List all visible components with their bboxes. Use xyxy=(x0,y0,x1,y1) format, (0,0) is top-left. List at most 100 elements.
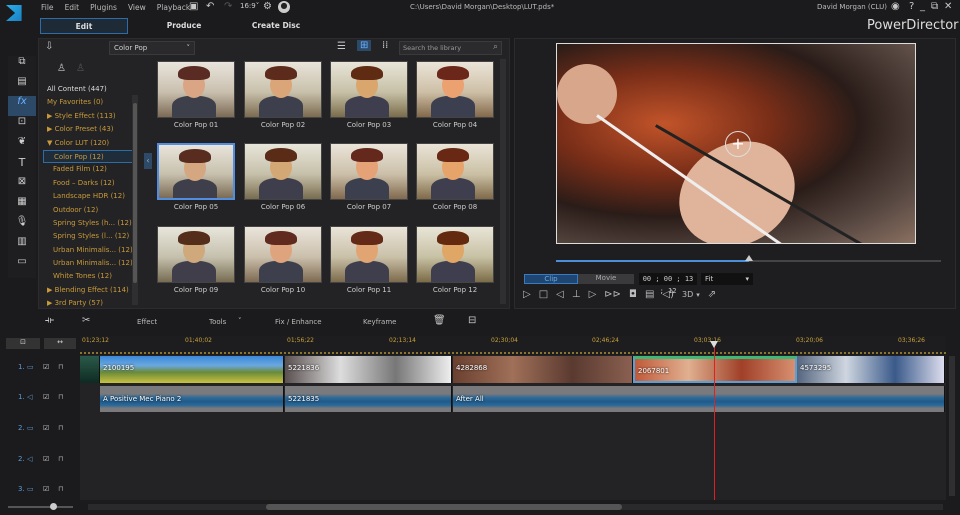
subtitle-icon[interactable]: ▤ xyxy=(645,289,654,300)
fast-forward-icon[interactable]: ⊳⊳ xyxy=(604,289,621,300)
tree-item[interactable]: Food – Darks (12) xyxy=(43,177,133,190)
menu-plugins[interactable]: Plugins xyxy=(90,3,117,12)
effect-thumbnail[interactable] xyxy=(157,61,235,118)
tree-item[interactable]: Outdoor (12) xyxy=(43,204,133,217)
previous-frame-icon[interactable]: ◁ xyxy=(556,289,564,300)
audio-clip[interactable]: After All xyxy=(453,386,945,412)
audio-clip[interactable]: A Positive Mec Piano 2 xyxy=(100,386,284,412)
subtitle-room-icon[interactable]: ▭ xyxy=(8,256,36,276)
effect-thumbnail[interactable] xyxy=(330,143,408,200)
menu-playback[interactable]: Playback xyxy=(157,3,190,12)
tree-item[interactable]: Urban Minimalis... (12) xyxy=(43,257,133,270)
tree-item[interactable]: ▶ Blending Effect (114) xyxy=(43,284,133,297)
media-room-icon[interactable]: ⧉ xyxy=(8,56,36,76)
more-icon[interactable]: ⊟ xyxy=(468,315,476,326)
chapter-room-icon[interactable]: ▥ xyxy=(8,236,36,256)
tree-scrollbar[interactable] xyxy=(132,95,138,305)
tools-button[interactable]: Tools xyxy=(209,318,226,326)
save-icon[interactable]: ▣ xyxy=(189,1,198,12)
tab-edit[interactable]: Edit xyxy=(40,18,128,34)
tree-item[interactable]: ▶ 3rd Party (57) xyxy=(43,297,133,310)
effect-thumbnail[interactable] xyxy=(330,226,408,283)
video-clip[interactable]: 2100195 xyxy=(100,356,284,383)
track-enable-checkbox[interactable]: ☑ xyxy=(43,424,49,432)
search-input[interactable]: Search the library ⌕ xyxy=(399,41,502,55)
effect-thumbnail[interactable] xyxy=(244,143,322,200)
menu-file[interactable]: File xyxy=(41,3,54,12)
timeline-horizontal-scrollbar[interactable] xyxy=(88,504,943,510)
tree-item[interactable]: My Favorites (0) xyxy=(43,96,133,109)
audio-mixing-icon[interactable]: ▦ xyxy=(8,196,36,216)
add-favorite-icon[interactable]: ♙ xyxy=(57,63,66,74)
user-name[interactable]: David Morgan (CLU) xyxy=(817,3,887,11)
track-enable-checkbox[interactable]: ☑ xyxy=(43,485,49,493)
effect-thumbnail[interactable] xyxy=(244,226,322,283)
tree-item[interactable]: Spring Styles (l... (12) xyxy=(43,230,133,243)
remove-favorite-icon[interactable]: ♙ xyxy=(76,63,85,74)
undo-icon[interactable]: ↶ xyxy=(206,1,214,12)
fix-enhance-button[interactable]: Fix / Enhance xyxy=(275,318,322,326)
volume-icon[interactable]: ◁) xyxy=(662,289,674,300)
redo-icon[interactable]: ↷ xyxy=(224,1,232,12)
tree-item[interactable]: Urban Minimalis... (12) xyxy=(43,244,133,257)
3d-dropdown-icon[interactable]: ▾ xyxy=(696,291,700,299)
playhead[interactable] xyxy=(714,343,715,500)
timeline-vertical-scrollbar[interactable] xyxy=(949,356,955,496)
next-frame-icon[interactable]: ▷ xyxy=(589,289,597,300)
minimize-icon[interactable]: _ xyxy=(920,1,925,12)
video-clip[interactable]: 5221836 xyxy=(285,356,452,383)
split-scissors-icon[interactable]: ✂ xyxy=(82,315,90,326)
video-clip[interactable]: 4282868 xyxy=(453,356,633,383)
preview-video[interactable]: + xyxy=(556,43,916,244)
collapse-tree-button[interactable]: ‹ xyxy=(144,153,152,169)
tab-produce[interactable]: Produce xyxy=(140,18,228,34)
tree-item[interactable]: Faded Film (12) xyxy=(43,163,133,176)
track-enable-checkbox[interactable]: ☑ xyxy=(43,363,49,371)
transition-room-icon[interactable]: ⊠ xyxy=(8,176,36,196)
snap-icon[interactable]: ⟛ xyxy=(45,315,54,326)
split-icon[interactable]: ⊥ xyxy=(572,289,581,300)
effect-thumbnail[interactable] xyxy=(330,61,408,118)
aspect-ratio-icon[interactable]: 16:9˅ xyxy=(240,2,259,10)
lock-icon[interactable]: ⊓ xyxy=(58,363,63,371)
list-view-icon[interactable]: ☰ xyxy=(337,41,346,52)
fit-timeline-button[interactable]: ↔ xyxy=(44,338,76,349)
effect-thumbnail[interactable] xyxy=(416,143,494,200)
stop-icon[interactable]: □ xyxy=(539,289,548,300)
3d-toggle[interactable]: 3D xyxy=(682,290,693,299)
timecode-display[interactable]: 00 ; 00 ; 13 ; 12 xyxy=(639,273,697,295)
video-clip[interactable]: 4573295 xyxy=(797,356,945,383)
effect-button[interactable]: Effect xyxy=(137,318,157,326)
effect-thumbnail[interactable] xyxy=(416,61,494,118)
lock-icon[interactable]: ⊓ xyxy=(58,455,63,463)
pip-room-icon[interactable]: ⊡ xyxy=(8,116,36,136)
clip-mode-button[interactable]: Clip xyxy=(524,274,578,284)
effect-thumbnail[interactable] xyxy=(157,143,235,200)
tree-item[interactable]: ▶ Color Preset (43) xyxy=(43,123,133,136)
track-enable-checkbox[interactable]: ☑ xyxy=(43,393,49,401)
tools-chevron-icon[interactable]: ˅ xyxy=(238,317,242,325)
track-enable-checkbox[interactable]: ☑ xyxy=(43,455,49,463)
undock-icon[interactable]: ⇗ xyxy=(708,289,716,300)
grid-view-icon[interactable]: ⊞ xyxy=(357,40,372,51)
timeline-zoom-slider[interactable] xyxy=(8,503,73,510)
grid-scrollbar[interactable] xyxy=(500,59,506,304)
lock-icon[interactable]: ⊓ xyxy=(58,424,63,432)
play-icon[interactable]: ▷ xyxy=(523,289,531,300)
tree-item[interactable]: Color Pop (12) xyxy=(43,149,133,164)
category-dropdown[interactable]: Color Pop ˅ xyxy=(109,41,195,55)
help-icon[interactable]: ? xyxy=(909,1,914,12)
tree-item[interactable]: ▶ Style Effect (113) xyxy=(43,110,133,123)
crosshair-icon[interactable]: + xyxy=(725,131,751,157)
playhead-handle[interactable] xyxy=(710,341,718,348)
close-icon[interactable]: ✕ xyxy=(944,1,952,12)
snapshot-icon[interactable]: ◘ xyxy=(629,289,637,300)
slider-knob[interactable] xyxy=(744,255,753,261)
account-icon[interactable]: ◉ xyxy=(891,1,900,12)
lock-icon[interactable]: ⊓ xyxy=(58,393,63,401)
effect-thumbnail[interactable] xyxy=(244,61,322,118)
lock-icon[interactable]: ⊓ xyxy=(58,485,63,493)
tree-item[interactable]: ▼ Color LUT (120) xyxy=(43,137,133,150)
effect-thumbnail[interactable] xyxy=(416,226,494,283)
track-manager-button[interactable]: ⊡ xyxy=(6,338,40,349)
